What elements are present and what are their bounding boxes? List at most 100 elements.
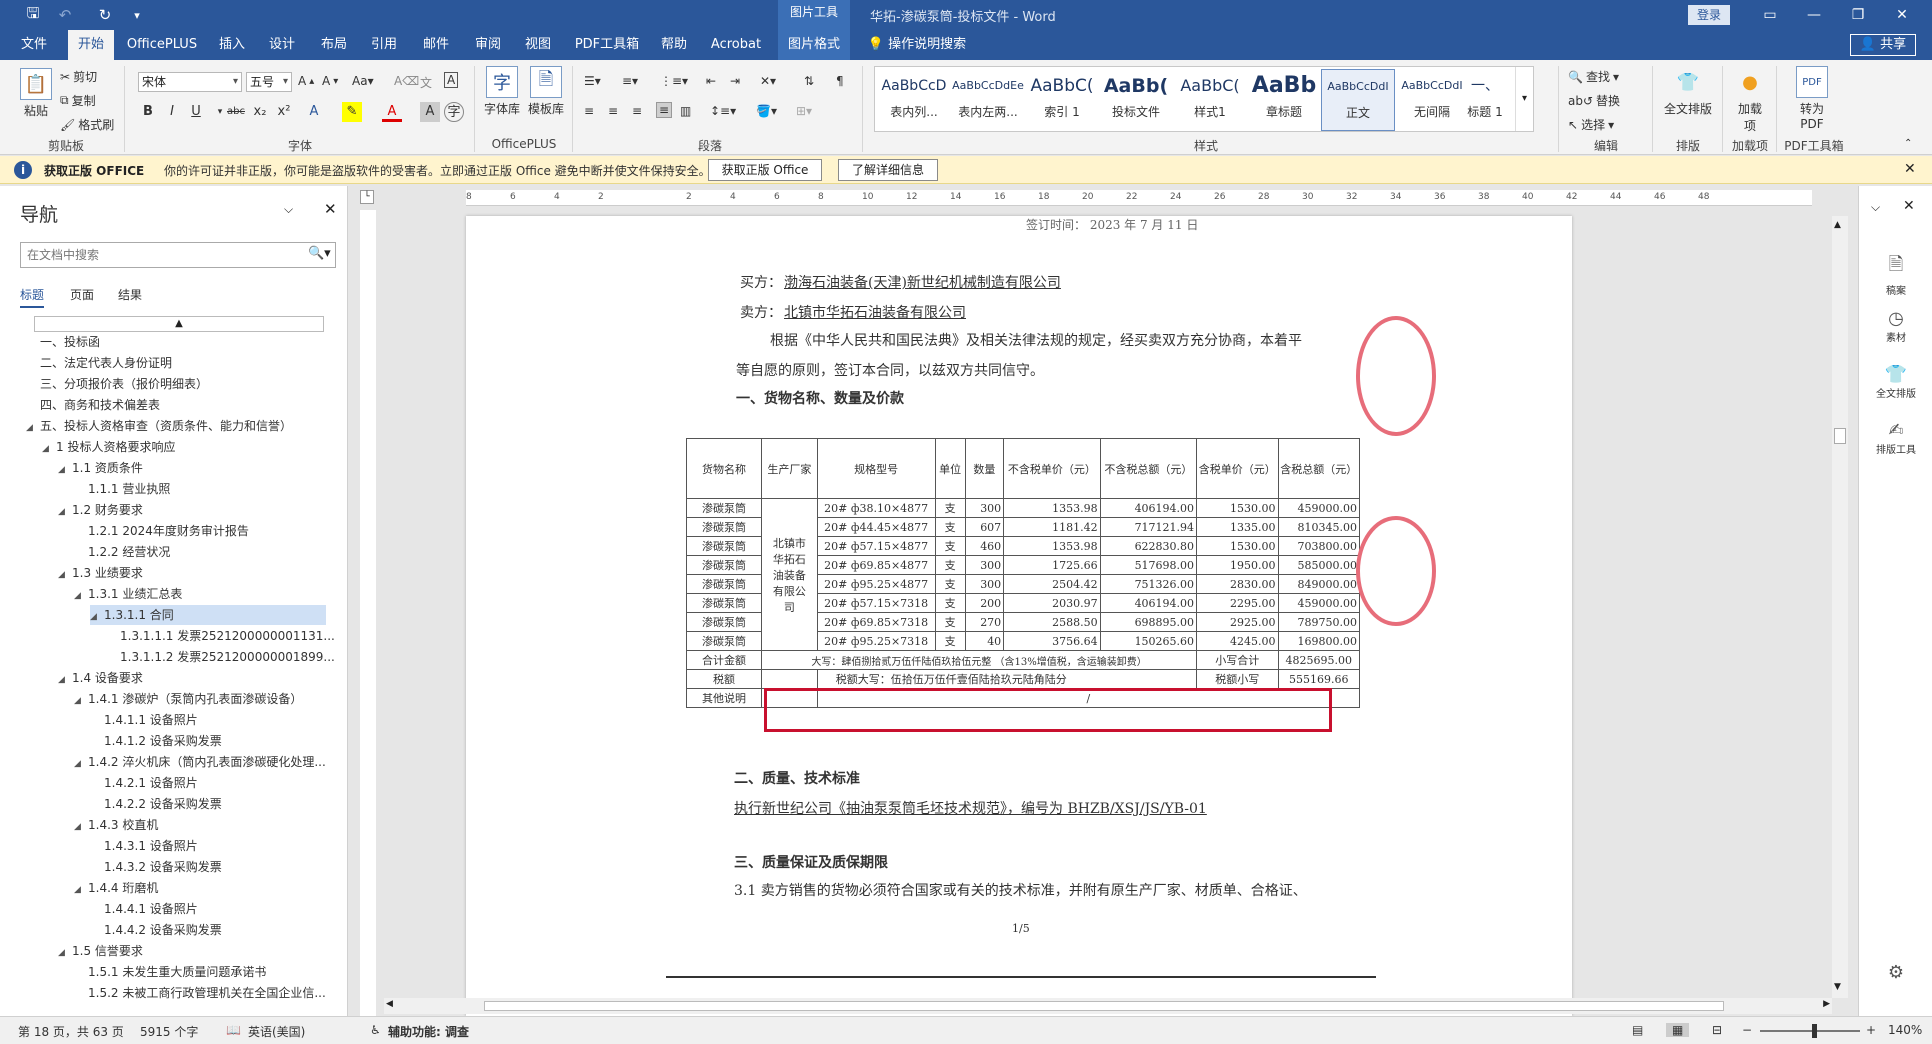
full-layout-button[interactable]: 👕 全文排版 xyxy=(1859,364,1932,400)
print-layout-icon[interactable]: ▦ xyxy=(1666,1023,1690,1037)
settings-button[interactable]: ⚙ xyxy=(1859,962,1932,983)
format-painter-button[interactable]: 🖌 格式刷 xyxy=(60,116,114,133)
tab-view[interactable]: 视图 xyxy=(518,30,558,60)
nav-heading-item[interactable]: 二、法定代表人身份证明 xyxy=(26,353,172,373)
nav-heading-item[interactable]: 1.4.1.2 设备采购发票 xyxy=(90,731,222,751)
tab-design[interactable]: 设计 xyxy=(262,30,302,60)
scroll-down-icon[interactable]: ▼ xyxy=(1834,982,1841,992)
collapse-triangle-icon[interactable]: ◢ xyxy=(42,439,56,459)
layout-tools-button[interactable]: ✍ 排版工具 xyxy=(1859,420,1932,456)
nav-heading-item[interactable]: 1.2.1 2024年度财务审计报告 xyxy=(74,521,249,541)
nav-heading-item[interactable]: 1.4.4.2 设备采购发票 xyxy=(90,920,222,940)
zoom-slider[interactable] xyxy=(1760,1030,1860,1032)
nav-heading-item[interactable]: ◢ 五、投标人资格审查（资质条件、能力和信誉） xyxy=(26,416,292,436)
zoom-level[interactable]: 140% xyxy=(1888,1023,1922,1037)
tab-insert[interactable]: 插入 xyxy=(212,30,252,60)
nav-heading-item[interactable]: 1.4.3.1 设备照片 xyxy=(90,836,198,856)
tab-pdf-toolbox[interactable]: PDF工具箱 xyxy=(570,30,644,60)
nav-heading-item[interactable]: ◢ 1.4.2 淬火机床（筒内孔表面渗碳硬化处理... xyxy=(74,752,326,772)
replace-button[interactable]: ab↺ 替换 xyxy=(1568,92,1620,109)
borders-icon[interactable]: ⊞▾ xyxy=(796,104,812,118)
document-page[interactable]: 签订时间： 2023 年 7 月 11 日 买方： 渤海石油装备(天津)新世纪机… xyxy=(466,216,1572,1016)
align-right-icon[interactable]: ≡ xyxy=(632,104,642,118)
web-layout-icon[interactable]: ⊟ xyxy=(1712,1023,1722,1037)
phonetic-icon[interactable]: 文 xyxy=(420,74,432,91)
subscript-icon[interactable]: x₂ xyxy=(250,102,270,122)
drafts-button[interactable]: 🗎 稿案 xyxy=(1859,252,1932,297)
style-item[interactable]: AaBb(投标文件 xyxy=(1099,69,1173,131)
style-item[interactable]: AaBbC(样式1 xyxy=(1173,69,1247,131)
tab-pages[interactable]: 页面 xyxy=(70,286,94,303)
vertical-ruler[interactable] xyxy=(360,210,376,1016)
font-size-select[interactable]: 五号 xyxy=(246,72,292,92)
copy-button[interactable]: ⧉ 复制 xyxy=(60,92,96,109)
collapse-triangle-icon[interactable]: ◢ xyxy=(58,502,72,522)
tab-selector-icon[interactable]: └ xyxy=(360,190,374,204)
enclose-char-icon[interactable]: 字 xyxy=(444,102,464,122)
align-center-icon[interactable]: ≡ xyxy=(608,104,618,118)
customize-qat-icon[interactable]: ▾ xyxy=(124,4,150,26)
nav-search-input[interactable]: 在文档中搜索 xyxy=(20,242,336,268)
collapse-triangle-icon[interactable]: ◢ xyxy=(58,943,72,963)
scroll-right-icon[interactable]: ▶ xyxy=(1823,999,1830,1009)
chevron-down-icon[interactable]: ⌵ xyxy=(1871,200,1880,215)
tab-headings[interactable]: 标题 xyxy=(20,286,45,308)
tell-me-search[interactable]: 💡 操作说明搜索 xyxy=(862,30,972,60)
horizontal-scrollbar[interactable]: ◀ ▶ xyxy=(384,998,1832,1014)
nav-heading-item[interactable]: ◢ 1.1 资质条件 xyxy=(58,458,143,478)
grow-font-icon[interactable]: A ▴ xyxy=(298,74,314,88)
nav-heading-item[interactable]: ◢ 1.3.1 业绩汇总表 xyxy=(74,584,182,604)
collapse-triangle-icon[interactable]: ◢ xyxy=(74,586,88,606)
find-button[interactable]: 🔍 查找 ▾ xyxy=(1568,68,1619,85)
tab-results[interactable]: 结果 xyxy=(118,286,142,303)
tab-mailings[interactable]: 邮件 xyxy=(416,30,456,60)
nav-heading-item[interactable]: 1.3.1.1.1 发票2521200000001131... xyxy=(106,626,335,646)
nav-heading-item[interactable]: ◢ 1.2 财务要求 xyxy=(58,500,143,520)
shading-icon[interactable]: 🪣▾ xyxy=(756,104,777,118)
char-shading-icon[interactable]: A xyxy=(420,102,440,122)
style-item[interactable]: AaBb 章标题 xyxy=(1247,69,1321,131)
template-library-button[interactable]: 🗎 模板库 xyxy=(526,66,566,117)
shrink-font-icon[interactable]: A ▾ xyxy=(322,74,338,88)
nav-heading-item[interactable]: ◢ 1.4.1 渗碳炉（泵筒内孔表面渗碳设备） xyxy=(74,689,302,709)
nav-heading-item[interactable]: 1.5.1 未发生重大质量问题承诺书 xyxy=(74,962,266,982)
underline-icon[interactable]: U xyxy=(186,102,206,122)
close-icon[interactable]: ✕ xyxy=(1904,161,1916,177)
tab-acrobat[interactable]: Acrobat xyxy=(706,30,766,60)
styles-expand-icon[interactable]: ▾ xyxy=(1515,67,1533,131)
highlight-icon[interactable]: ✎ xyxy=(342,102,362,122)
close-icon[interactable]: ✕ xyxy=(1903,198,1915,214)
get-genuine-button[interactable]: 获取正版 Office xyxy=(708,159,822,181)
style-item[interactable]: AaBbCcD 表内列... xyxy=(877,69,951,131)
collapse-triangle-icon[interactable]: ◢ xyxy=(26,418,40,438)
nav-heading-item[interactable]: 四、商务和技术偏差表 xyxy=(26,395,160,415)
horizontal-ruler[interactable]: 8 6 4 2 2 4 6 8 10 12 14 16 18 20 22 24 26 28 30 32 34 36 38 40… xyxy=(466,190,1812,206)
decrease-indent-icon[interactable]: ⇤ xyxy=(706,74,716,88)
close-icon[interactable]: ✕ xyxy=(324,200,337,218)
nav-heading-item[interactable]: ◢ 1.3.1.1 合同 xyxy=(90,605,326,625)
tab-picture-format[interactable]: 图片格式 xyxy=(778,30,850,60)
show-marks-icon[interactable]: ¶ xyxy=(836,74,844,88)
vertical-scrollbar[interactable]: ▲ ▼ xyxy=(1832,216,1848,998)
accessibility-status[interactable]: 辅助功能: 调查 xyxy=(388,1023,469,1040)
nav-heading-item[interactable]: 1.4.4.1 设备照片 xyxy=(90,899,198,919)
restore-button[interactable]: ❐ xyxy=(1836,0,1880,30)
undo-icon[interactable]: ↶ xyxy=(52,4,78,26)
style-item[interactable]: AaBbCcDdEe 表内左两... xyxy=(951,69,1025,131)
superscript-icon[interactable]: x² xyxy=(274,102,294,122)
collapse-triangle-icon[interactable]: ◢ xyxy=(74,691,88,711)
scroll-thumb[interactable] xyxy=(1834,428,1846,444)
font-library-button[interactable]: 字 字体库 xyxy=(482,66,522,117)
collapse-triangle-icon[interactable]: ◢ xyxy=(58,565,72,585)
nav-heading-item[interactable]: ◢ 1.3 业绩要求 xyxy=(58,563,143,583)
tab-home[interactable]: 开始 xyxy=(68,30,114,60)
text-effects-icon[interactable]: A xyxy=(304,102,324,122)
tab-review[interactable]: 审阅 xyxy=(468,30,508,60)
nav-heading-item[interactable]: 1.1.1 营业执照 xyxy=(74,479,170,499)
minimize-button[interactable]: — xyxy=(1792,0,1836,30)
zoom-slider-thumb[interactable] xyxy=(1812,1024,1817,1038)
save-icon[interactable]: 🖫 xyxy=(20,4,46,26)
cut-button[interactable]: ✂ 剪切 xyxy=(60,68,97,85)
collapse-triangle-icon[interactable]: ◢ xyxy=(58,460,72,480)
line-spacing-icon[interactable]: ↕≡▾ xyxy=(710,104,736,118)
